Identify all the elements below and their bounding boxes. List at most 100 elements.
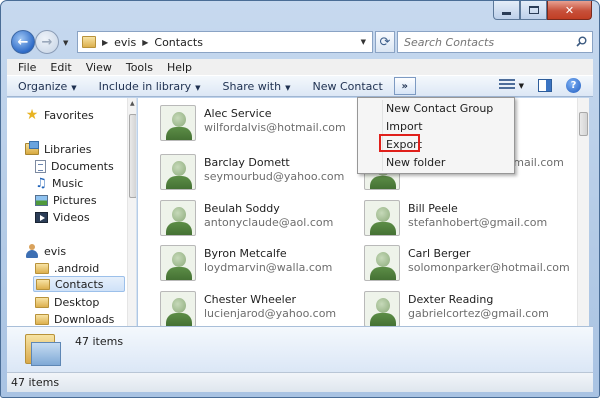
preview-pane-icon[interactable] (538, 79, 552, 92)
nav-pictures[interactable]: Pictures (35, 192, 97, 208)
refresh-button[interactable]: ⟳ (375, 31, 395, 53)
nav-music[interactable]: ♫ Music (35, 175, 83, 191)
scroll-thumb[interactable] (579, 112, 588, 136)
folder-icon (35, 296, 49, 308)
contact-avatar-icon (160, 200, 196, 236)
change-view-button[interactable]: ▼ (498, 78, 524, 93)
contact-avatar-icon (364, 200, 400, 236)
nav-libraries[interactable]: Libraries (25, 141, 92, 157)
folder-icon (35, 313, 49, 325)
menu-tools[interactable]: Tools (119, 61, 160, 74)
more-commands-button[interactable]: » (393, 77, 416, 95)
new-contact-button[interactable]: New Contact (301, 80, 393, 93)
breadcrumb-contacts[interactable]: Contacts (154, 36, 203, 49)
close-button[interactable]: ✕ (547, 1, 592, 20)
menu-help[interactable]: Help (160, 61, 199, 74)
contact-item[interactable]: Bill Peele stefanhobert@gmail.com (364, 200, 547, 236)
breadcrumb-separator[interactable]: ▶ (142, 38, 148, 47)
address-bar[interactable]: ▶ evis ▶ Contacts ▼ (77, 31, 373, 53)
export-highlight-box (379, 134, 420, 152)
contact-name: Carl Berger (408, 247, 471, 260)
contact-avatar-icon (364, 245, 400, 281)
contact-avatar-icon (160, 154, 196, 190)
contact-avatar-icon (160, 245, 196, 281)
menu-item-new-contact-group[interactable]: New Contact Group (386, 102, 493, 115)
contact-item[interactable]: Alec Service wilfordalvis@hotmail.com (160, 105, 346, 141)
share-with-label: Share with (222, 79, 282, 93)
minimize-button[interactable] (493, 1, 520, 20)
content-scrollbar[interactable] (577, 98, 589, 326)
contact-item[interactable]: Beulah Soddy antonyclaude@aol.com (160, 200, 333, 236)
search-box[interactable] (397, 31, 593, 53)
nav-downloads-label: Downloads (54, 312, 115, 326)
nav-music-label: Music (52, 176, 84, 190)
nav-android-label: .android (54, 261, 100, 275)
contact-avatar-icon (160, 291, 196, 326)
contact-avatar-icon (364, 291, 400, 326)
maximize-button[interactable] (520, 1, 547, 20)
help-icon[interactable]: ? (566, 78, 581, 93)
menu-file[interactable]: File (11, 61, 43, 74)
nav-contacts[interactable]: Contacts (33, 276, 125, 292)
contact-name: Beulah Soddy (204, 202, 280, 215)
nav-downloads[interactable]: Downloads (35, 311, 114, 326)
chevron-down-icon: ▼ (285, 83, 291, 92)
contact-name: Alec Service (204, 107, 272, 120)
menu-item-import[interactable]: Import (386, 120, 423, 133)
contact-email: antonyclaude@aol.com (204, 216, 334, 229)
details-item-count: 47 items (75, 335, 124, 348)
back-button[interactable]: ← (11, 30, 35, 54)
contact-name: Bill Peele (408, 202, 458, 215)
nav-documents[interactable]: Documents (35, 158, 114, 174)
include-in-library-button[interactable]: Include in library ▼ (88, 80, 212, 93)
folder-icon (82, 36, 96, 48)
search-icon[interactable] (576, 36, 587, 47)
forward-arrow-icon: → (41, 34, 53, 50)
nav-scrollbar[interactable]: ▲ (127, 98, 136, 326)
nav-user-evis[interactable]: evis (25, 243, 66, 259)
contact-item[interactable]: Byron Metcalfe loydmarvin@walla.com (160, 245, 332, 281)
nav-user-label: evis (44, 244, 67, 258)
menu-bar: File Edit View Tools Help (7, 59, 593, 75)
search-input[interactable] (398, 32, 568, 52)
nav-favorites[interactable]: ★ Favorites (25, 107, 94, 123)
back-arrow-icon: ← (17, 34, 29, 50)
menu-edit[interactable]: Edit (43, 61, 78, 74)
pictures-icon (35, 194, 48, 206)
contact-email: stefanhobert@gmail.com (408, 216, 548, 229)
chevron-down-icon: ▼ (195, 83, 201, 92)
status-item-count: 47 items (11, 376, 60, 389)
status-bar: 47 items (7, 372, 593, 392)
close-icon: ✕ (564, 3, 575, 17)
navigation-row: ← → ▼ ▶ evis ▶ Contacts ▼ ⟳ (7, 25, 593, 59)
contact-avatar-icon (160, 105, 196, 141)
nav-desktop[interactable]: Desktop (35, 294, 99, 310)
folder-icon (36, 278, 50, 290)
nav-pictures-label: Pictures (53, 193, 97, 207)
forward-button[interactable]: → (35, 30, 59, 54)
menu-view[interactable]: View (79, 61, 119, 74)
nav-android[interactable]: .android (35, 260, 99, 276)
scroll-up-icon[interactable]: ▲ (130, 100, 135, 107)
contact-item[interactable]: Carl Berger solomonparker@hotmail.com (364, 245, 570, 281)
refresh-icon: ⟳ (379, 34, 391, 50)
music-note-icon: ♫ (35, 175, 47, 191)
nav-desktop-label: Desktop (54, 295, 100, 309)
share-with-button[interactable]: Share with ▼ (212, 80, 302, 93)
contact-item[interactable]: Dexter Reading gabrielcortez@gmail.com (364, 291, 549, 326)
contact-item[interactable]: Chester Wheeler lucienjarod@yahoo.com (160, 291, 336, 326)
contact-name: Barclay Domett (204, 156, 290, 169)
scroll-thumb[interactable] (129, 114, 136, 198)
contact-item[interactable]: Barclay Domett seymourbud@yahoo.com (160, 154, 344, 190)
details-pane: 47 items (7, 326, 593, 372)
breadcrumb-evis[interactable]: evis (114, 36, 136, 49)
breadcrumb-separator[interactable]: ▶ (102, 38, 108, 47)
nav-favorites-label: Favorites (44, 108, 94, 122)
views-icon (498, 78, 515, 93)
menu-item-new-folder[interactable]: New folder (386, 156, 445, 169)
nav-videos-label: Videos (53, 210, 90, 224)
address-history-dropdown[interactable]: ▼ (361, 38, 366, 46)
recent-pages-dropdown[interactable]: ▼ (63, 39, 68, 47)
nav-videos[interactable]: Videos (35, 209, 90, 225)
organize-button[interactable]: Organize ▼ (7, 80, 88, 93)
